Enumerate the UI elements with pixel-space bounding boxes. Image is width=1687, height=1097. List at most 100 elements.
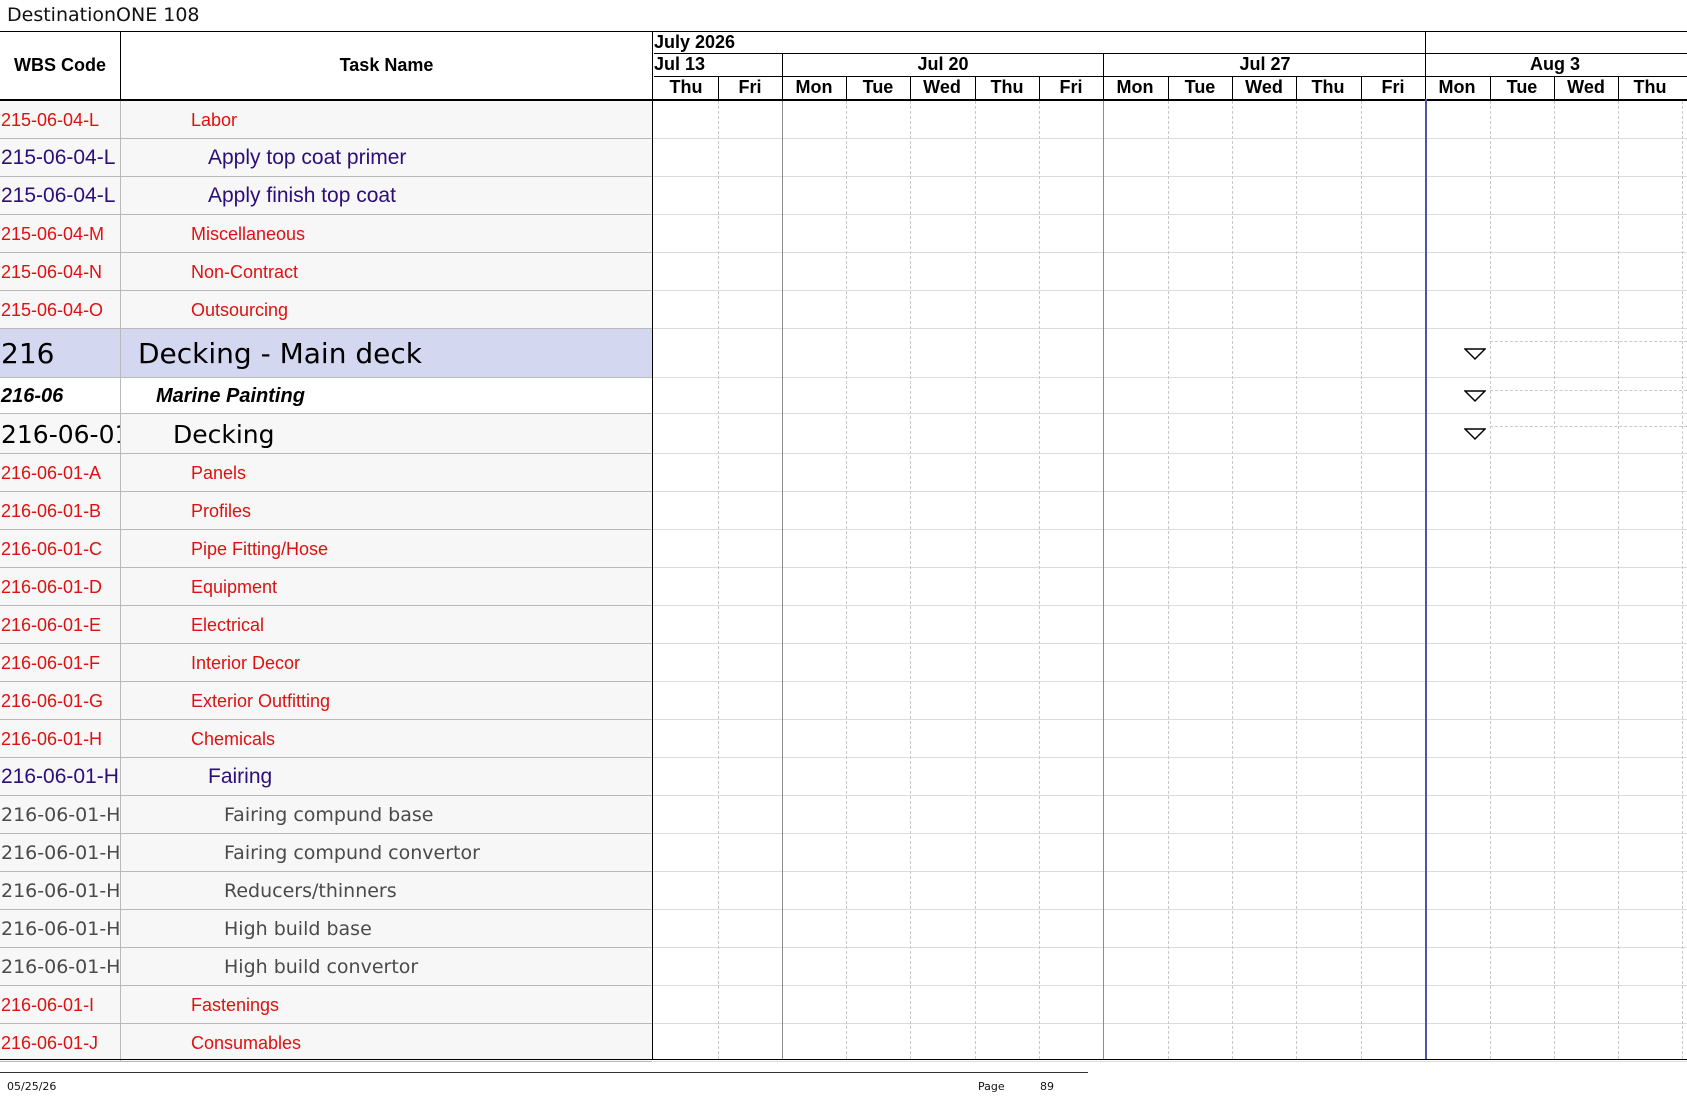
day-gridline [1682, 101, 1683, 1059]
task-row[interactable]: 215-06-04-L Labor [0, 101, 652, 139]
wbs-code-cell: 216-06-01-D [0, 568, 120, 606]
month-divider [654, 53, 1687, 54]
task-row[interactable]: 216-06-01-I Fastenings [0, 986, 652, 1024]
day-gridline [910, 101, 911, 1059]
task-row[interactable]: 215-06-04-L 0 Apply top coat primer [0, 139, 652, 177]
task-name-cell: Exterior Outfitting [121, 682, 652, 720]
task-name-cell: Fairing compund base [121, 796, 652, 834]
wbs-code-cell: 216-06-01-H 0 [0, 758, 120, 796]
footer-rule [0, 1072, 1088, 1073]
task-name-cell: Fairing compund convertor [121, 834, 652, 872]
task-row[interactable]: 215-06-04-L 0 Apply finish top coat [0, 177, 652, 215]
gantt-row-separator [653, 605, 1687, 606]
gantt-row-separator [653, 871, 1687, 872]
task-name-cell: Fastenings [121, 986, 652, 1024]
task-row[interactable]: 216-06-01-G Exterior Outfitting [0, 682, 652, 720]
gantt-row-separator [653, 138, 1687, 139]
wbs-code-cell: 215-06-04-L [0, 101, 120, 139]
task-name-column-header[interactable]: Task Name [121, 31, 652, 99]
task-name-cell: Miscellaneous [121, 215, 652, 253]
gantt-row-separator [653, 328, 1687, 329]
column-divider [120, 834, 121, 872]
wbs-code-cell: 215-06-04-M [0, 215, 120, 253]
day-gridline [1554, 101, 1555, 1059]
column-divider [120, 910, 121, 948]
day-gridline [1490, 101, 1491, 1059]
row-separator [0, 1061, 652, 1062]
gantt-row-separator [653, 985, 1687, 986]
task-row[interactable]: 216-06-01-D Equipment [0, 568, 652, 606]
day-divider [1296, 76, 1297, 99]
task-name-cell: Pipe Fitting/Hose [121, 530, 652, 568]
task-name-cell: Marine Painting [121, 378, 652, 414]
gantt-row-separator [653, 214, 1687, 215]
wbs-column-header[interactable]: WBS Code [0, 31, 120, 99]
day-gridline [846, 101, 847, 1059]
summary-milestone-icon[interactable] [1464, 347, 1486, 361]
task-row[interactable]: 216-06-01-H 0Fairing [0, 758, 652, 796]
wbs-code-cell: 216-06-01-E [0, 606, 120, 644]
task-name-cell: Apply top coat primer [121, 139, 652, 177]
task-row[interactable]: 216-06-01-C Pipe Fitting/Hose [0, 530, 652, 568]
task-row[interactable]: 216-06-01-H 01Fairing compund convertor [0, 834, 652, 872]
gantt-row-separator [653, 567, 1687, 568]
gantt-row-separator [653, 681, 1687, 682]
day-gridline [1618, 101, 1619, 1059]
week-label-jul-20: Jul 20 [917, 54, 969, 74]
column-divider [120, 1024, 121, 1062]
column-divider [120, 253, 121, 291]
task-row[interactable]: 216-06-01-H Chemicals [0, 720, 652, 758]
wbs-code-cell: 216-06-01-H 01 [0, 910, 120, 948]
task-name-cell: Labor [121, 101, 652, 139]
task-row[interactable]: 216-06-01-A Panels [0, 454, 652, 492]
task-name-cell: Apply finish top coat [121, 177, 652, 215]
day-gridline [718, 101, 719, 1059]
task-name-cell: High build convertor [121, 948, 652, 986]
task-name-cell: Non-Contract [121, 253, 652, 291]
summary-milestone-icon[interactable] [1464, 427, 1486, 441]
task-row[interactable]: 216-06 Marine Painting [0, 378, 652, 414]
day-header-thu: Thu [669, 77, 703, 97]
day-header-tue: Tue [1506, 77, 1538, 97]
document-title: DestinationONE 108 [7, 4, 200, 26]
month-label: July 2026 [654, 31, 736, 52]
wbs-code-cell: 216-06-01-A [0, 454, 120, 492]
day-divider [1361, 76, 1362, 99]
wbs-code-cell: 216-06-01-H 01 [0, 834, 120, 872]
wbs-header-divider [120, 31, 121, 99]
task-name-cell: Panels [121, 454, 652, 492]
day-header-fri: Fri [1059, 77, 1083, 97]
column-divider [120, 530, 121, 568]
week-label-aug-3: Aug 3 [1529, 54, 1580, 74]
table-gantt-divider [652, 31, 653, 1059]
column-divider [120, 414, 121, 454]
summary-milestone-icon[interactable] [1464, 389, 1486, 403]
task-row[interactable]: 216-06-01-B Profiles [0, 492, 652, 530]
task-row[interactable]: 216-06-01-F Interior Decor [0, 644, 652, 682]
wbs-code-cell: 216-06-01-J [0, 1024, 120, 1062]
task-row[interactable]: 216-06-01 Decking [0, 414, 652, 454]
day-header-thu: Thu [1311, 77, 1345, 97]
day-divider [718, 76, 719, 99]
task-row[interactable]: 216-06-01-H 01High build convertor [0, 948, 652, 986]
day-divider [910, 76, 911, 99]
task-row[interactable]: 216 Decking - Main deck [0, 329, 652, 378]
week-divider-2 [1103, 53, 1104, 99]
task-row[interactable]: 216-06-01-H 01High build base [0, 910, 652, 948]
column-divider [120, 215, 121, 253]
week-label-jul-13: Jul 13 [654, 54, 706, 74]
task-row[interactable]: 216-06-01-E Electrical [0, 606, 652, 644]
task-row[interactable]: 215-06-04-M Miscellaneous [0, 215, 652, 253]
wbs-code-cell: 216-06-01-I [0, 986, 120, 1024]
task-row[interactable]: 216-06-01-H 01Fairing compund base [0, 796, 652, 834]
task-row[interactable]: 216-06-01-J Consumables [0, 1024, 652, 1062]
wbs-code-cell: 216-06-01-H [0, 720, 120, 758]
gantt-row-separator [653, 491, 1687, 492]
task-row[interactable]: 216-06-01-H 01Reducers/thinners [0, 872, 652, 910]
summary-dashed-bar [1490, 390, 1687, 391]
task-row[interactable]: 215-06-04-N Non-Contract [0, 253, 652, 291]
wbs-code-cell: 215-06-04-O [0, 291, 120, 329]
task-row[interactable]: 215-06-04-O Outsourcing [0, 291, 652, 329]
day-header-wed: Wed [923, 77, 961, 97]
day-divider [1554, 76, 1555, 99]
